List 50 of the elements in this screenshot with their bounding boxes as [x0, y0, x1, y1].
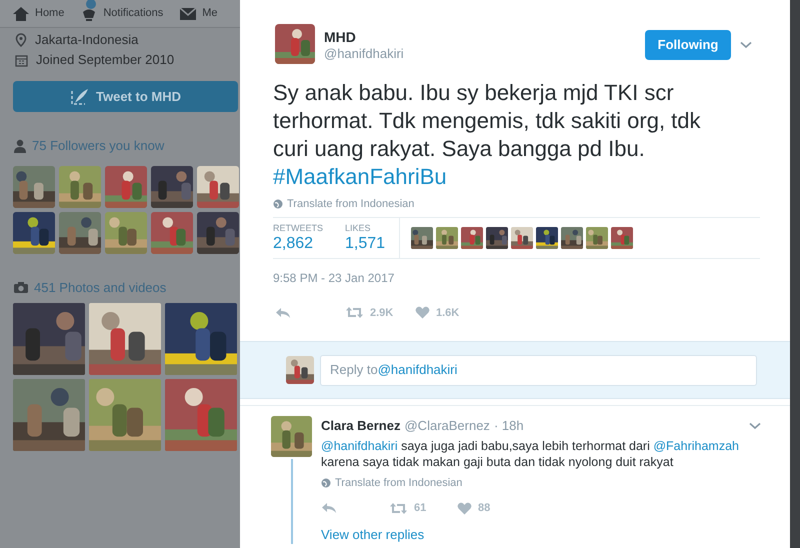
globe-icon: [273, 199, 283, 210]
tweet-text: Sy anak babu. Ibu sy bekerja mjd TKI scr terhormat. Tdk mengemis, tdk sakiti org, tdk curi uang rakyat. Saya bangga pd Ibu.: [273, 79, 702, 163]
following-button[interactable]: Following: [645, 30, 731, 60]
translate-link[interactable]: Translate from Indonesian: [287, 196, 414, 212]
author-handle[interactable]: @ClaraBernez: [404, 416, 490, 436]
mention-link[interactable]: @hanifdhakiri: [321, 438, 398, 452]
heart-icon: [457, 502, 472, 515]
nav-tab-label[interactable]: Notifications: [103, 5, 164, 22]
person-icon: [13, 138, 27, 153]
action-count[interactable]: 1.6K: [436, 304, 460, 321]
photos-link[interactable]: 451 Photos and videos: [34, 278, 166, 297]
pin-icon: [15, 33, 27, 47]
reply-text: @hanifdhakiri saya juga jadi babu,saya lebih terhormat dari @Fahrihamzah karena saya tidak makan gaji buta dan tidak nyolong duit rakyat: [321, 438, 740, 470]
action-count[interactable]: 88: [478, 500, 490, 516]
action-count[interactable]: 61: [414, 500, 426, 516]
retweet-icon: [389, 502, 408, 515]
stat-count[interactable]: 2,862: [273, 234, 324, 254]
hashtag-link[interactable]: #MaafkanFahriBu: [273, 163, 447, 191]
heart-icon: [415, 306, 430, 320]
author-name[interactable]: MHD: [324, 28, 404, 46]
author-handle[interactable]: @hanifdhakiri: [324, 46, 404, 62]
tweet-to-button[interactable]: Tweet to MHD: [13, 81, 238, 112]
envelope-icon: [179, 6, 198, 22]
calendar-icon: [15, 54, 28, 66]
home-icon: [12, 6, 30, 22]
followers-link[interactable]: 75 Followers you know: [32, 136, 164, 156]
stat-label: LIKES: [345, 222, 372, 234]
mention-link[interactable]: @Fahrihamzah: [653, 438, 739, 452]
quill-icon: [70, 88, 90, 106]
nav-tab-label[interactable]: Me: [202, 5, 218, 22]
action-count[interactable]: 2.9K: [370, 304, 394, 321]
notification-badge-icon: [86, 0, 96, 10]
chevron-down-icon: [740, 41, 752, 49]
author-name[interactable]: Clara Bernez: [321, 416, 400, 436]
reply-icon: [275, 306, 291, 319]
location-text: Jakarta-Indonesia: [35, 31, 138, 50]
reply-icon: [321, 502, 337, 514]
reply-input-field[interactable]: Reply to@hanifdhakiri: [320, 354, 757, 386]
view-replies-link[interactable]: View other replies: [321, 524, 424, 544]
joined-date: Joined September 2010: [36, 51, 174, 70]
translate-link[interactable]: Translate from Indonesian: [335, 474, 462, 491]
camera-icon: [13, 280, 29, 294]
tweet-time[interactable]: · 18h: [494, 416, 524, 436]
globe-icon: [321, 478, 331, 488]
stat-label: RETWEETS: [273, 222, 324, 234]
retweet-icon: [345, 306, 364, 320]
timestamp: 9:58 PM - 23 Jan 2017: [273, 270, 394, 286]
chevron-down-icon: [749, 422, 761, 430]
nav-tab-label[interactable]: Home: [35, 5, 64, 22]
stat-count[interactable]: 1,571: [345, 234, 386, 254]
